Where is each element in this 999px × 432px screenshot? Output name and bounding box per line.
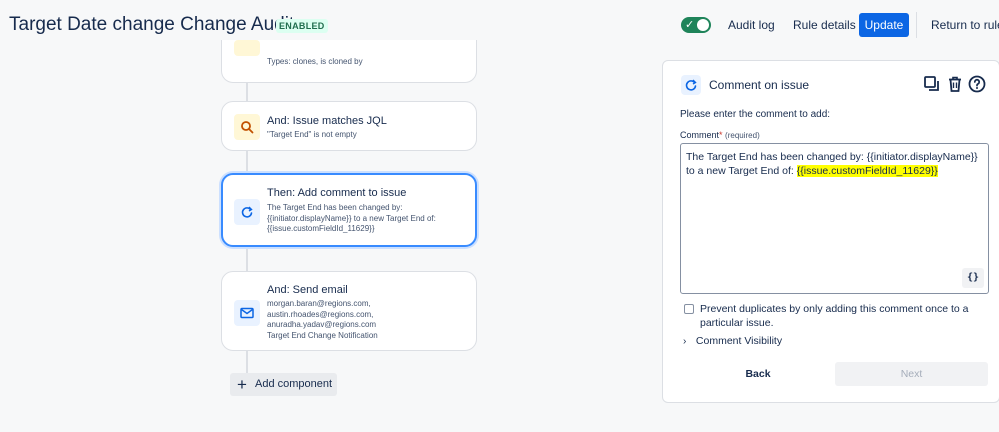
card-description: The Target End has been changed by: {{in… <box>267 203 436 233</box>
return-to-rules-button[interactable]: Return to rules <box>931 14 999 36</box>
flow-card-send-email[interactable]: And: Send email morgan.baran@regions.com… <box>221 271 477 351</box>
card-description: Types: clones, is cloned by <box>267 57 363 66</box>
flow-card-related-issues[interactable]: Types: clones, is cloned by <box>221 40 477 83</box>
card-title: And: Send email <box>267 284 348 296</box>
comment-visibility-label: Comment Visibility <box>695 335 783 347</box>
required-text: (required) <box>725 131 760 140</box>
chevron-right-icon: › <box>683 336 687 347</box>
flow-connector <box>246 350 248 374</box>
prevent-duplicates-checkbox[interactable] <box>684 304 694 314</box>
toggle-knob <box>697 19 709 31</box>
check-icon: ✓ <box>685 19 695 31</box>
comment-field-label: Comment* (required) <box>680 130 760 140</box>
audit-log-button[interactable]: Audit log <box>728 14 775 36</box>
rule-enabled-toggle[interactable]: ✓ <box>681 17 711 33</box>
comment-refresh-icon <box>234 199 260 225</box>
plus-icon: + <box>237 375 247 394</box>
required-mark: * <box>719 130 723 140</box>
card-description: "Target End" is not empty <box>267 130 357 139</box>
search-icon <box>234 114 260 140</box>
rule-title: Target Date change Change Audit <box>9 14 295 35</box>
comment-text: The Target End has been changed by: {{in… <box>686 150 984 178</box>
flow-card-add-comment[interactable]: Then: Add comment to issue The Target En… <box>221 173 477 247</box>
header-divider <box>916 12 917 38</box>
next-button[interactable]: Next <box>835 362 988 386</box>
page-header: Target Date change Change Audit ENABLED … <box>0 0 999 50</box>
panel-title: Comment on issue <box>709 78 810 92</box>
smart-value-button[interactable]: {} <box>962 268 984 288</box>
highlighted-smart-value: {{issue.customFieldId_11629}} <box>796 165 938 177</box>
prevent-duplicates-label: Prevent duplicates by only adding this c… <box>700 303 969 329</box>
comment-label-text: Comment <box>680 130 720 140</box>
email-icon <box>234 300 260 326</box>
flow-card-jql[interactable]: And: Issue matches JQL "Target End" is n… <box>221 101 477 151</box>
card-title: Then: Add comment to issue <box>267 187 407 199</box>
duplicate-icon[interactable] <box>923 75 941 93</box>
partial-condition-icon <box>234 40 260 56</box>
component-config-panel: Comment on issue Please enter the commen… <box>662 60 999 403</box>
flow-connector <box>246 246 248 272</box>
flow-connector <box>246 82 248 102</box>
delete-icon[interactable] <box>946 75 964 93</box>
card-title: And: Issue matches JQL <box>267 115 387 127</box>
help-icon[interactable] <box>968 75 986 93</box>
add-component-button[interactable]: + Add component <box>230 373 337 396</box>
comment-textarea[interactable]: The Target End has been changed by: {{in… <box>680 143 989 294</box>
panel-prompt: Please enter the comment to add: <box>680 109 831 120</box>
add-component-label: Add component <box>255 378 333 390</box>
rule-details-button[interactable]: Rule details <box>793 14 856 36</box>
comment-refresh-icon <box>681 75 701 95</box>
back-button[interactable]: Back <box>733 363 783 385</box>
status-badge: ENABLED <box>276 19 328 33</box>
comment-visibility-toggle[interactable]: › Comment Visibility <box>683 335 782 347</box>
card-description: morgan.baran@regions.com, austin.rhoades… <box>267 299 378 340</box>
update-button[interactable]: Update <box>859 13 909 37</box>
flow-connector <box>246 150 248 174</box>
